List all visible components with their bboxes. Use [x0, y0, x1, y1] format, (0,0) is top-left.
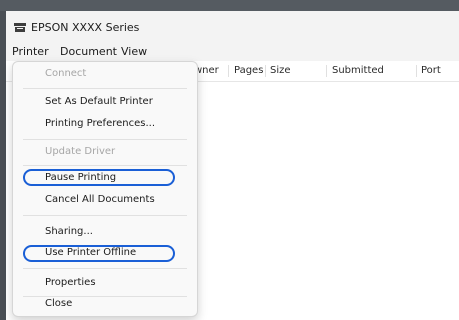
- menu-item-label: Printing Preferences...: [45, 118, 155, 129]
- menu-separator: [23, 139, 187, 140]
- menu-separator: [23, 165, 187, 166]
- menu-item-sharing[interactable]: Sharing...: [13, 222, 197, 244]
- menu-item-cancel-all-documents[interactable]: Cancel All Documents: [13, 190, 197, 212]
- menu-separator: [23, 268, 187, 269]
- printer-icon: [14, 23, 26, 32]
- column-header-submitted[interactable]: Submitted: [332, 65, 384, 76]
- menu-item-label: Pause Printing: [45, 172, 117, 183]
- printer-menu-dropdown: Connect Set As Default Printer Printing …: [12, 61, 198, 317]
- menu-bar: Printer Document View: [6, 43, 459, 61]
- menu-item-printing-preferences[interactable]: Printing Preferences...: [13, 114, 197, 136]
- menu-item-pause-printing[interactable]: Pause Printing: [13, 168, 197, 190]
- menu-item-label: Connect: [45, 68, 87, 79]
- column-separator: [265, 65, 266, 77]
- menu-item-label: Set As Default Printer: [45, 96, 153, 107]
- column-header-size[interactable]: Size: [270, 65, 291, 76]
- column-header-pages[interactable]: Pages: [234, 65, 263, 76]
- title-bar: EPSON XXXX Series: [6, 11, 459, 43]
- menu-separator: [23, 215, 187, 216]
- menu-item-label: Use Printer Offline: [45, 247, 137, 258]
- column-separator: [326, 65, 327, 77]
- menu-printer[interactable]: Printer: [12, 45, 49, 58]
- menu-item-set-default-printer[interactable]: Set As Default Printer: [13, 92, 197, 114]
- menu-item-label: Close: [45, 298, 73, 309]
- column-separator: [228, 65, 229, 77]
- menu-view[interactable]: View: [121, 45, 147, 58]
- screenshot-frame: EPSON XXXX Series Printer Document View …: [0, 0, 459, 320]
- menu-item-label: Sharing...: [45, 226, 93, 237]
- menu-item-use-printer-offline[interactable]: Use Printer Offline: [13, 243, 197, 265]
- menu-document[interactable]: Document: [60, 45, 117, 58]
- column-header-port[interactable]: Port: [421, 65, 441, 76]
- menu-item-label: Cancel All Documents: [45, 194, 155, 205]
- column-separator: [416, 65, 417, 77]
- menu-item-close[interactable]: Close: [13, 294, 197, 316]
- menu-item-properties[interactable]: Properties: [13, 273, 197, 295]
- menu-item-label: Update Driver: [45, 146, 116, 157]
- menu-item-update-driver[interactable]: Update Driver: [13, 142, 197, 164]
- printer-queue-window: EPSON XXXX Series Printer Document View …: [6, 11, 459, 320]
- desktop-top-strip: [0, 0, 459, 11]
- menu-item-label: Properties: [45, 277, 96, 288]
- menu-item-connect[interactable]: Connect: [13, 64, 197, 86]
- menu-separator: [23, 88, 187, 89]
- window-title: EPSON XXXX Series: [31, 21, 140, 34]
